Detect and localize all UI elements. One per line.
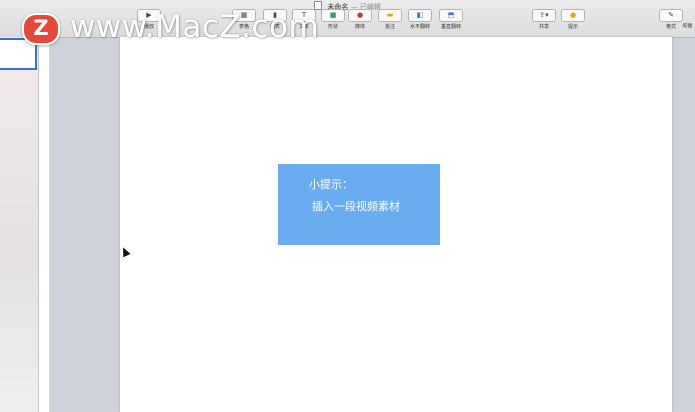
flip-horizontal-button[interactable]: ◧ 水平翻转 <box>403 9 437 35</box>
canvas-gutter <box>39 37 49 412</box>
tips-button[interactable]: ● 提示 <box>556 9 590 35</box>
media-label: 媒体 <box>354 24 365 30</box>
flip-horizontal-icon: ◧ <box>408 9 432 22</box>
flip-vertical-button[interactable]: ⬒ 垂直翻转 <box>434 9 468 35</box>
animate-label: 动画 <box>682 23 693 29</box>
shape-label: 形状 <box>327 24 338 30</box>
slide-navigator <box>0 37 39 412</box>
flip-vertical-label: 垂直翻转 <box>440 24 461 30</box>
share-label: 共享 <box>538 24 549 30</box>
flip-vertical-icon: ⬒ <box>439 9 463 22</box>
tips-label: 提示 <box>567 24 578 30</box>
media-icon: ● <box>348 9 372 22</box>
watermark-text: www.MacZ.com <box>70 9 320 45</box>
shape-icon: ■ <box>321 9 345 22</box>
watermark-logo: Z <box>22 13 60 45</box>
animate-button[interactable]: 动画 <box>680 9 695 35</box>
lightbulb-icon: ● <box>561 9 585 22</box>
tip-title: 小提示： <box>309 178 353 191</box>
format-label: 格式 <box>665 24 676 30</box>
media-button[interactable]: ● 媒体 <box>343 9 377 35</box>
flip-horizontal-label: 水平翻转 <box>409 24 430 30</box>
share-icon: ⇪▾ <box>532 9 556 22</box>
comment-button[interactable]: ▬ 批注 <box>373 9 407 35</box>
comment-label: 批注 <box>384 24 395 30</box>
tip-body: 插入一段视频素材 <box>312 200 400 213</box>
comment-icon: ▬ <box>378 9 402 22</box>
